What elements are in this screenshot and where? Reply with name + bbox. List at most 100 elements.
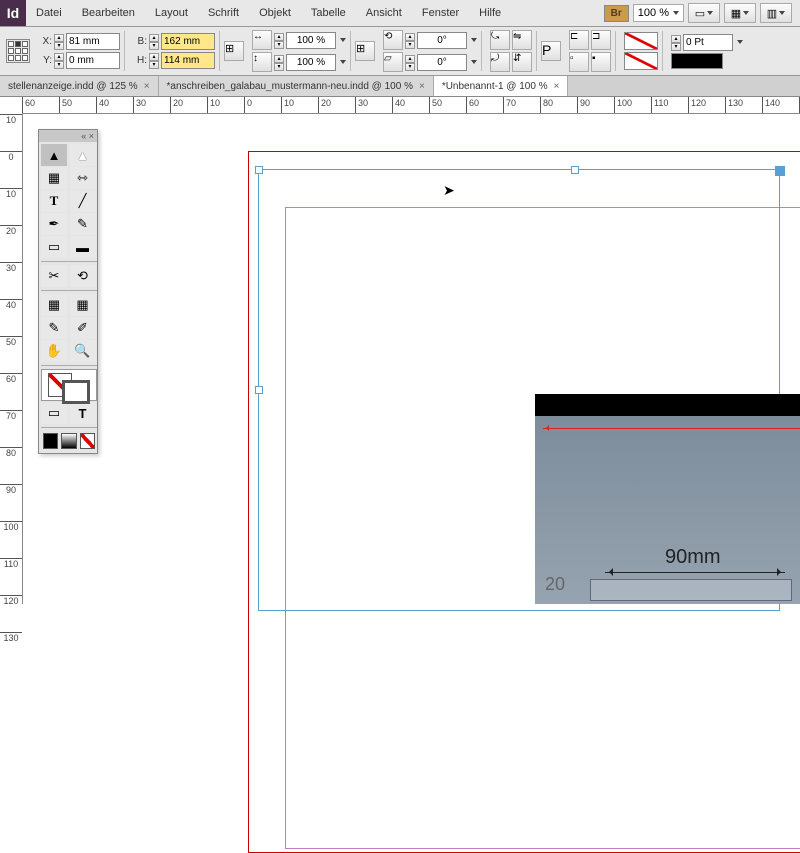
menu-bearbeiten[interactable]: Bearbeiten (72, 7, 145, 19)
pencil-tool[interactable]: ✎ (70, 213, 96, 235)
flip-h-icon[interactable]: ⇋ (512, 30, 532, 50)
apply-none-swatch[interactable] (80, 433, 95, 449)
menubar: Id Datei Bearbeiten Layout Schrift Objek… (0, 0, 800, 27)
gap-tool[interactable]: ⇿ (70, 167, 96, 189)
rotate-spinner[interactable]: ▴▾ (405, 33, 415, 48)
page-tool[interactable]: ▦ (41, 167, 67, 189)
close-icon[interactable]: × (419, 81, 425, 92)
free-transform-tool[interactable]: ⟲ (70, 265, 96, 287)
zoom-level-menu[interactable]: 100 % (633, 4, 684, 22)
w-spinner[interactable]: ▴▾ (149, 34, 159, 49)
handle-tl[interactable] (255, 166, 263, 174)
scale-x-icon: ↔ (252, 30, 272, 50)
gradient-feather-tool[interactable]: ▦ (70, 294, 96, 316)
shear-icon: ▱ (383, 52, 403, 72)
stroke-weight-field[interactable]: 0 Pt (683, 34, 733, 51)
scale-y-spinner[interactable]: ▴▾ (274, 55, 284, 70)
select-parent-icon[interactable]: ▪ (591, 52, 611, 72)
fill-stroke-proxy[interactable] (41, 369, 97, 401)
select-next-icon[interactable]: ⊐ (591, 30, 611, 50)
rotate-field[interactable]: 0° (417, 32, 467, 49)
apply-gradient-swatch[interactable] (61, 433, 76, 449)
eyedropper-tool[interactable]: ✐ (70, 317, 96, 339)
scale-x-spinner[interactable]: ▴▾ (274, 33, 284, 48)
screen-mode-button[interactable]: ▭ (688, 3, 720, 23)
handle-tr[interactable] (775, 166, 785, 176)
width-dimension-arrow (605, 572, 785, 573)
note-tool[interactable]: ✎ (41, 317, 67, 339)
mouse-cursor: ➤ (443, 182, 455, 199)
zoom-tool[interactable]: 🔍 (70, 340, 96, 362)
canvas[interactable]: 90mm 20 ➤ « × ▲ ▲ ▦ ⇿ T ╱ ✒ ✎ ▭ ▬ ✂ ⟲ (23, 114, 800, 604)
close-icon[interactable]: × (554, 81, 560, 92)
flip-v-icon[interactable]: ⇵ (512, 52, 532, 72)
menu-layout[interactable]: Layout (145, 7, 198, 19)
arrange-button[interactable]: ▦ (724, 3, 756, 23)
select-container-icon[interactable]: P (541, 41, 561, 61)
fill-swatch[interactable] (624, 32, 658, 50)
close-icon[interactable]: × (144, 81, 150, 92)
scale-y-field[interactable]: 100 % (286, 54, 336, 71)
selection-tool[interactable]: ▲ (41, 144, 67, 166)
x-field[interactable]: 81 mm (66, 33, 120, 50)
tab-stellenanzeige[interactable]: stellenanzeige.indd @ 125 %× (0, 76, 159, 96)
stroke-weight-spinner[interactable]: ▴▾ (671, 35, 681, 50)
menu-fenster[interactable]: Fenster (412, 7, 469, 19)
width-field[interactable]: 162 mm (161, 33, 215, 50)
text-direction-tool[interactable]: T (70, 402, 96, 424)
gradient-swatch-tool[interactable]: ▦ (41, 294, 67, 316)
tools-panel[interactable]: « × ▲ ▲ ▦ ⇿ T ╱ ✒ ✎ ▭ ▬ ✂ ⟲ ▦ ▦ ✎ ✐ ✋ (38, 129, 98, 454)
pen-tool[interactable]: ✒ (41, 213, 67, 235)
constrain-wh-icon[interactable]: ⊞ (224, 41, 244, 61)
type-tool[interactable]: T (41, 190, 67, 212)
menu-schrift[interactable]: Schrift (198, 7, 249, 19)
tab-unbenannt[interactable]: *Unbenannt-1 @ 100 %× (434, 76, 569, 96)
x-spinner[interactable]: ▴▾ (54, 34, 64, 49)
stroke-style[interactable] (671, 53, 723, 69)
select-prev-icon[interactable]: ⊏ (569, 30, 589, 50)
menu-tabelle[interactable]: Tabelle (301, 7, 356, 19)
rectangle-frame-tool[interactable]: ▭ (41, 236, 67, 258)
rectangle-tool[interactable]: ▬ (70, 236, 96, 258)
menu-hilfe[interactable]: Hilfe (469, 7, 511, 19)
shear-field[interactable]: 0° (417, 54, 467, 71)
placed-red-arrow (543, 428, 800, 429)
height-field[interactable]: 114 mm (161, 52, 215, 69)
bridge-button[interactable]: Br (604, 5, 629, 22)
scissors-tool[interactable]: ✂ (41, 265, 67, 287)
direct-selection-tool[interactable]: ▲ (70, 144, 96, 166)
constrain-scale-icon[interactable]: ⊞ (355, 41, 375, 61)
view-mode-tool[interactable]: ▭ (41, 402, 67, 424)
shear-spinner[interactable]: ▴▾ (405, 55, 415, 70)
menu-objekt[interactable]: Objekt (249, 7, 301, 19)
w-label: B: (133, 36, 147, 47)
vertical-ruler[interactable]: 100102030405060708090100110120130 (0, 114, 23, 604)
document-tabs: stellenanzeige.indd @ 125 %× *anschreibe… (0, 76, 800, 97)
scale-y-icon: ↕ (252, 52, 272, 72)
scale-x-field[interactable]: 100 % (286, 32, 336, 49)
hand-tool[interactable]: ✋ (41, 340, 67, 362)
tab-anschreiben[interactable]: *anschreiben_galabau_mustermann-neu.indd… (159, 76, 434, 96)
line-tool[interactable]: ╱ (70, 190, 96, 212)
width-dimension-label: 90mm (665, 546, 721, 569)
rotate-icon: ⟲ (383, 30, 403, 50)
select-content-icon[interactable]: ▫ (569, 52, 589, 72)
rotate-ccw-icon[interactable]: ⤿ (490, 30, 510, 50)
h-spinner[interactable]: ▴▾ (149, 53, 159, 68)
y-spinner[interactable]: ▴▾ (54, 53, 64, 68)
y-field[interactable]: 0 mm (66, 52, 120, 69)
stroke-swatch[interactable] (624, 52, 658, 70)
control-panel: X:▴▾81 mm Y:▴▾0 mm B:▴▾162 mm H:▴▾114 mm… (0, 27, 800, 76)
gutter-dimension-label: 20 (545, 574, 565, 595)
rotate-cw-icon[interactable]: ⤾ (490, 52, 510, 72)
menu-ansicht[interactable]: Ansicht (356, 7, 412, 19)
horizontal-ruler[interactable]: 6050403020100102030405060708090100110120… (22, 97, 800, 114)
workspace-button[interactable]: ▥ (760, 3, 792, 23)
tools-panel-header[interactable]: « × (39, 130, 97, 142)
placed-image[interactable]: 90mm 20 (535, 394, 800, 604)
handle-tm[interactable] (571, 166, 579, 174)
menu-datei[interactable]: Datei (26, 7, 72, 19)
reference-point[interactable] (6, 39, 30, 63)
handle-ml[interactable] (255, 386, 263, 394)
apply-color-swatch[interactable] (43, 433, 58, 449)
